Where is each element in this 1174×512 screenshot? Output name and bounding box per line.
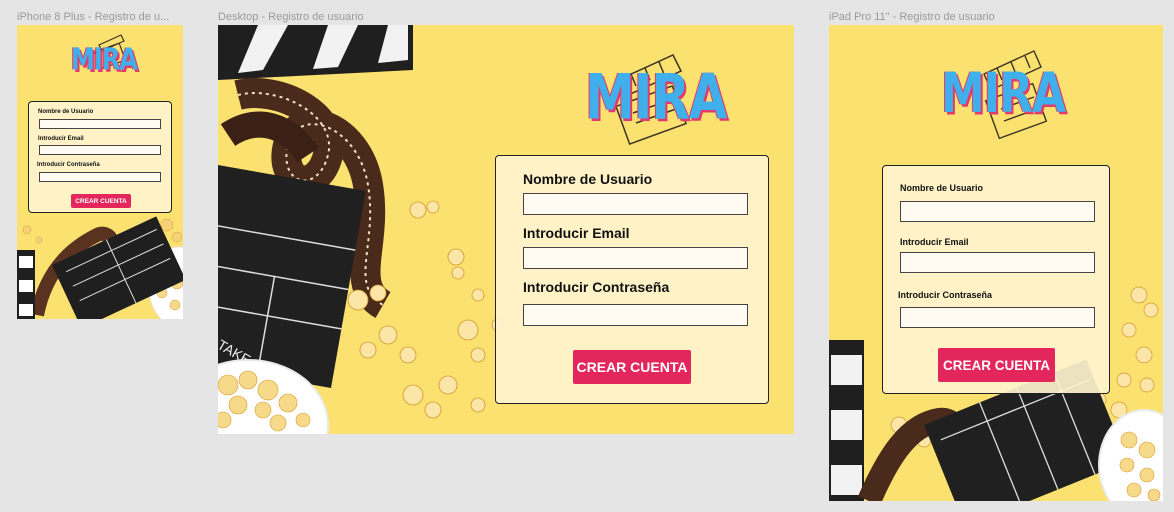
email-input[interactable] — [523, 247, 748, 269]
password-input[interactable] — [900, 307, 1095, 328]
password-label: Introducir Contraseña — [898, 290, 993, 300]
register-form: Nombre de Usuario Introducir Email Intro… — [28, 101, 172, 213]
create-account-button[interactable]: CREAR CUENTA — [71, 194, 131, 208]
password-label: Introducir Contraseña — [523, 279, 670, 295]
email-label: Introducir Email — [900, 237, 969, 247]
tablet-frame-label: iPad Pro 11" - Registro de usuario — [829, 11, 995, 23]
username-label: Nombre de Usuario — [900, 183, 984, 193]
email-input[interactable] — [900, 252, 1095, 273]
username-input[interactable] — [39, 119, 161, 129]
logo-text: MIRA — [71, 42, 138, 77]
password-label: Introducir Contraseña — [37, 162, 100, 168]
username-label: Nombre de Usuario — [523, 171, 653, 187]
create-account-button[interactable]: CREAR CUENTA — [573, 350, 691, 384]
password-input[interactable] — [523, 304, 748, 326]
register-form: Nombre de Usuario Introducir Email Intro… — [882, 165, 1110, 394]
logo-text: MIRA — [941, 62, 1066, 126]
film-clapper-icon — [829, 340, 864, 501]
phone-frame: MIRA Nombre de Usuario Introducir Email … — [17, 25, 183, 319]
email-label: Introducir Email — [38, 136, 84, 142]
create-account-button[interactable]: CREAR CUENTA — [938, 348, 1055, 382]
username-input[interactable] — [523, 193, 748, 215]
desktop-frame-label: Desktop - Registro de usuario — [218, 11, 364, 23]
password-input[interactable] — [39, 172, 161, 182]
username-input[interactable] — [900, 201, 1095, 222]
register-form: Nombre de Usuario Introducir Email Intro… — [495, 155, 769, 404]
desktop-frame: TAKE MIRA Nombre de Usuario Introducir E… — [218, 25, 794, 434]
tablet-frame: MIRA Nombre de Usuario Introducir Email … — [829, 25, 1163, 501]
email-input[interactable] — [39, 145, 161, 155]
phone-frame-label: iPhone 8 Plus - Registro de u... — [17, 11, 170, 23]
logo-text: MIRA — [585, 61, 728, 134]
username-label: Nombre de Usuario — [38, 109, 94, 115]
email-label: Introducir Email — [523, 225, 630, 241]
